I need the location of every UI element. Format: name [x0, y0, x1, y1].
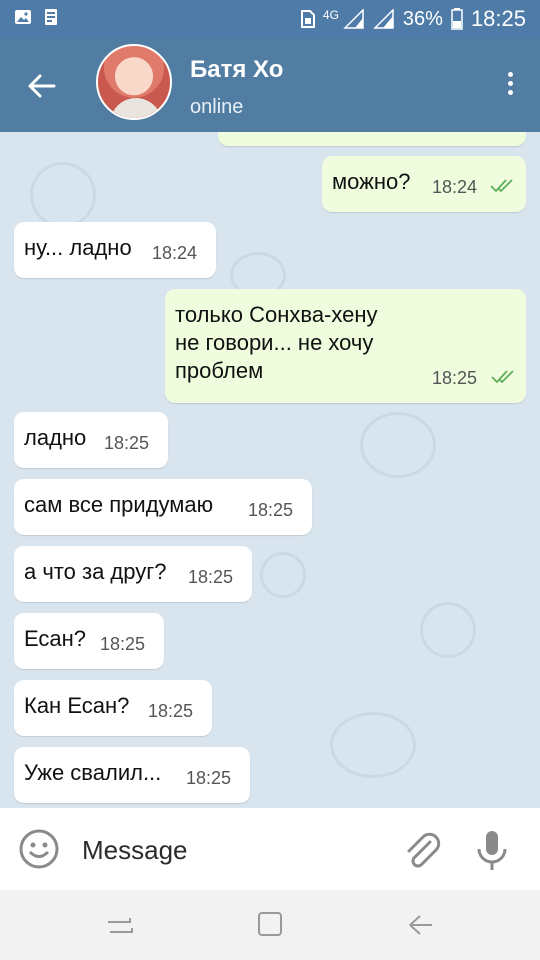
double-check-icon	[491, 370, 514, 384]
clock: 18:25	[470, 6, 526, 31]
chat-status: online	[190, 96, 244, 118]
message-bubble-incoming[interactable]: сам все придумаю 18:25	[14, 479, 312, 535]
message-composer	[0, 808, 540, 890]
sim-icon	[300, 10, 315, 28]
message-text: а что за друг?	[24, 559, 167, 584]
doodle	[30, 162, 96, 228]
network-type: 4G	[322, 8, 339, 22]
message-time: 18:24	[432, 177, 478, 197]
recent-apps-icon[interactable]	[100, 910, 140, 940]
battery-percent: 36%	[402, 7, 443, 30]
chat-header: Батя Хо online	[0, 38, 540, 132]
doodle	[360, 412, 436, 478]
chat-area[interactable]: можно? 18:24 ну... ладно 18:24 только Со…	[0, 132, 540, 808]
message-time: 18:25	[104, 433, 150, 453]
emoji-icon[interactable]	[18, 828, 60, 870]
message-bubble-incoming[interactable]: ну... ладно 18:24	[14, 222, 216, 278]
message-time: 18:24	[152, 243, 198, 263]
message-time: 18:25	[148, 701, 194, 721]
message-bubble-outgoing[interactable]: можно? 18:24	[322, 156, 526, 212]
chat-title[interactable]: Батя Хо	[190, 56, 283, 84]
avatar-body	[110, 98, 162, 118]
more-vertical-icon[interactable]	[500, 68, 520, 104]
message-bubble-incoming[interactable]: Кан Есан? 18:25	[14, 680, 212, 736]
message-text: ладно	[24, 425, 87, 450]
system-nav-bar	[0, 890, 540, 960]
message-input[interactable]	[80, 830, 384, 870]
message-text: Кан Есан?	[24, 693, 130, 718]
paperclip-icon[interactable]	[400, 830, 444, 874]
signal-icon-1	[343, 9, 364, 29]
message-bubble-incoming[interactable]: Есан? 18:25	[14, 613, 164, 669]
gallery-notification-icon	[15, 10, 31, 24]
message-text: можно?	[332, 169, 411, 194]
message-text: ну... ладно	[24, 235, 132, 260]
download-notification-icon	[45, 9, 57, 25]
arrow-left-icon[interactable]	[20, 64, 64, 108]
double-check-icon	[490, 179, 513, 193]
message-text: только Сонхва-хену не говори... не хочу …	[175, 302, 378, 383]
message-bubble-incoming[interactable]: Уже свалил... 18:25	[14, 747, 250, 803]
home-icon[interactable]	[250, 910, 290, 940]
battery-icon	[451, 8, 463, 30]
message-text: сам все придумаю	[24, 492, 214, 517]
message-time: 18:25	[432, 368, 478, 388]
message-text: Уже свалил...	[24, 760, 162, 785]
message-bubble-outgoing-partial	[218, 132, 526, 146]
message-text: Есан?	[24, 626, 87, 651]
message-time: 18:25	[100, 634, 146, 654]
message-time: 18:25	[186, 768, 232, 788]
signal-icon-2	[373, 9, 394, 29]
message-bubble-incoming[interactable]: а что за друг? 18:25	[14, 546, 252, 602]
microphone-icon[interactable]	[474, 828, 510, 874]
message-time: 18:25	[188, 567, 234, 587]
avatar[interactable]	[96, 44, 172, 120]
doodle	[260, 552, 306, 598]
back-nav-icon[interactable]	[400, 910, 440, 940]
message-bubble-incoming[interactable]: ладно 18:25	[14, 412, 168, 468]
message-time: 18:25	[248, 500, 294, 520]
doodle	[330, 712, 416, 778]
message-bubble-outgoing[interactable]: только Сонхва-хену не говори... не хочу …	[165, 289, 526, 403]
doodle	[420, 602, 476, 658]
status-bar: 4G 36% 18:25	[0, 0, 540, 38]
